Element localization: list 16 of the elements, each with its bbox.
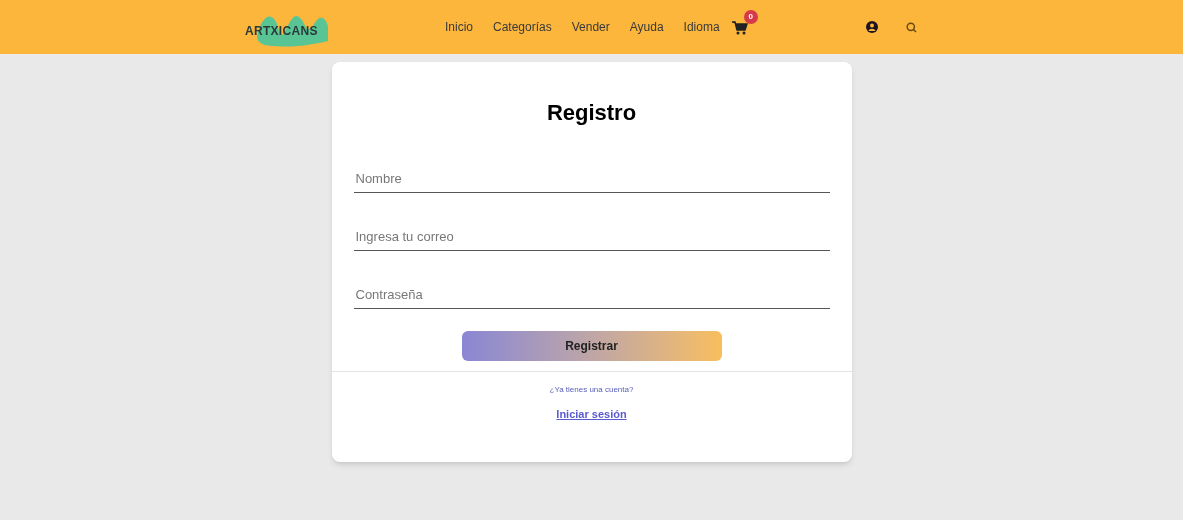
text-input-field[interactable]: Ingresa tu correo [353, 223, 830, 251]
cart-count-badge: 0 [743, 10, 758, 24]
nav-link[interactable]: Idioma [683, 18, 720, 36]
account-prompt: ¿Ya tienes una cuenta? [549, 384, 634, 396]
text-input-field[interactable]: Contraseña [353, 281, 830, 309]
nav-link[interactable]: Categorías [493, 18, 552, 36]
text-input-field[interactable]: Nombre [353, 165, 830, 193]
search-icon[interactable] [905, 21, 917, 33]
user-account-icon[interactable] [865, 21, 878, 33]
nav-link[interactable]: Inicio [445, 18, 473, 36]
cart-icon[interactable] [731, 21, 748, 35]
login-link[interactable]: Iniciar sesión [556, 406, 627, 423]
form-title: Registro [546, 99, 637, 127]
nav-link[interactable]: Vender [571, 18, 610, 36]
register-button[interactable]: Registrar [461, 331, 722, 361]
nav-link[interactable]: Ayuda [629, 18, 664, 36]
